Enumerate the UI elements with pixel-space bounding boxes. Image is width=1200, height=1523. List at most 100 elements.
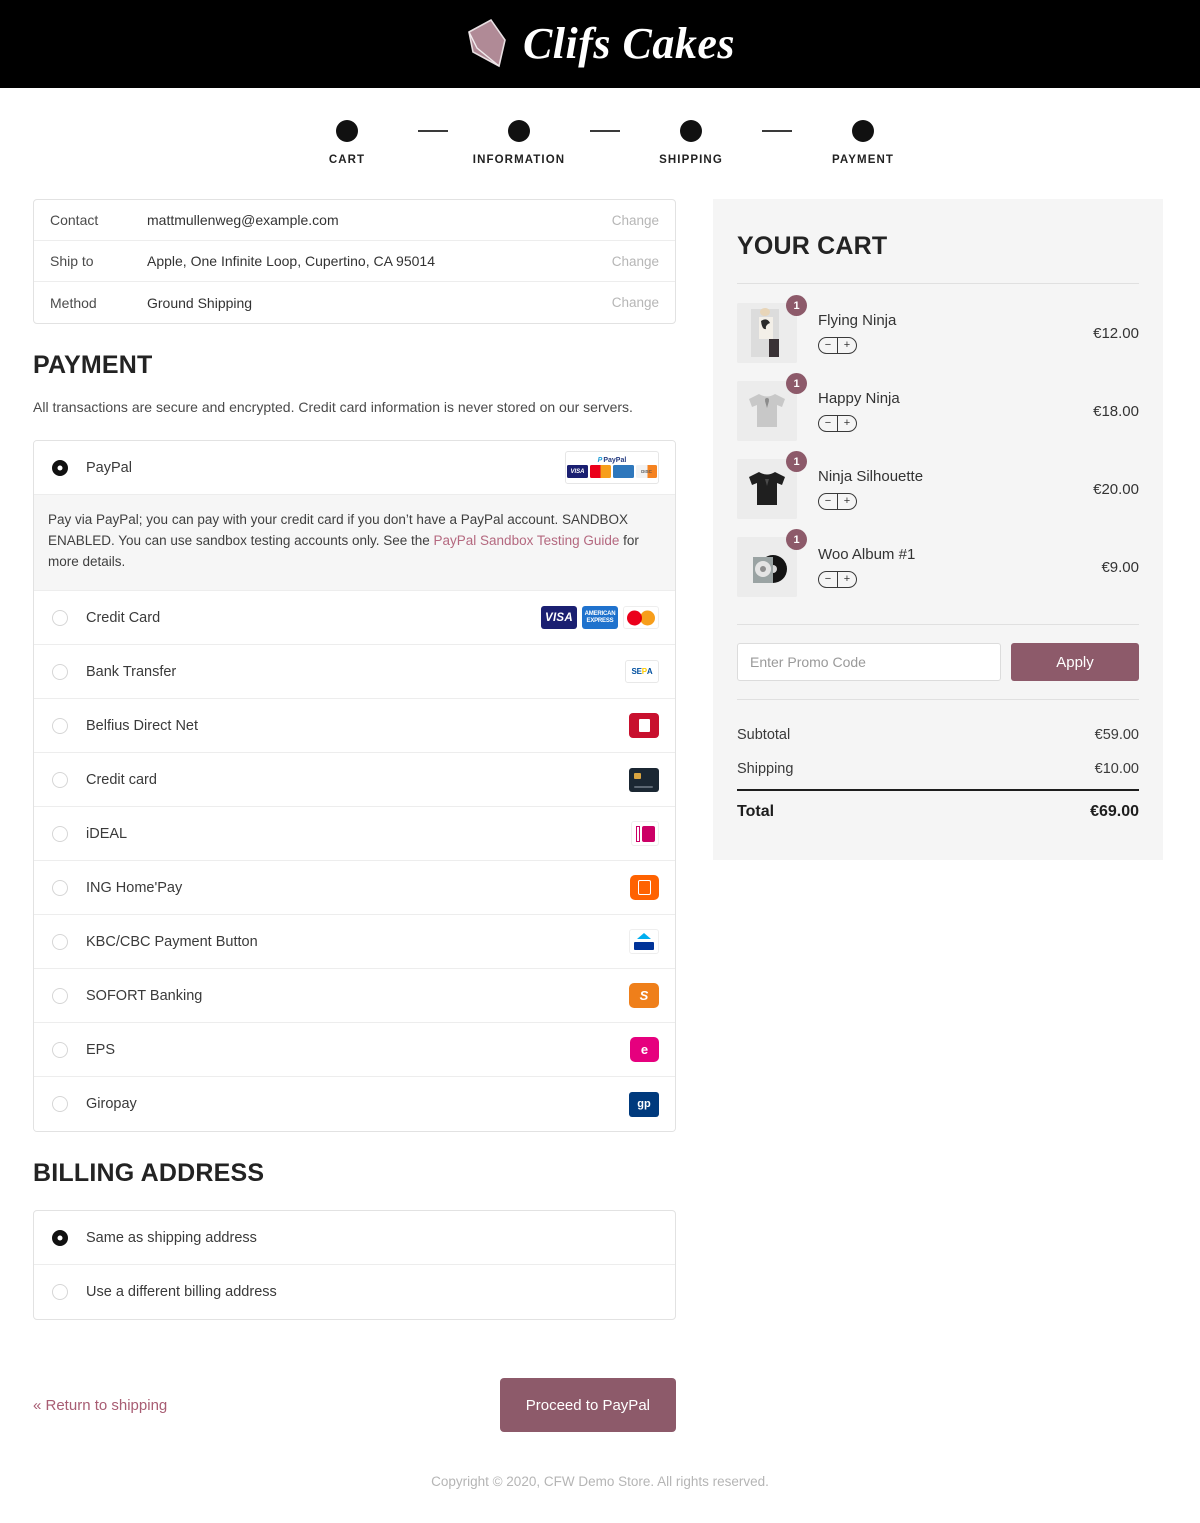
change-method-link[interactable]: Change: [612, 295, 659, 310]
change-contact-link[interactable]: Change: [612, 213, 659, 228]
step-cart[interactable]: CART: [276, 120, 418, 166]
summary-value-contact: mattmullenweg@example.com: [147, 212, 339, 228]
sofort-icon: S: [629, 983, 659, 1009]
payment-method-giropay[interactable]: Giropay gp: [34, 1077, 675, 1132]
radio-sofort[interactable]: [52, 987, 68, 1004]
payment-method-label-ing-homepay: ING Home'Pay: [86, 879, 183, 896]
decrease-quantity-button[interactable]: −: [819, 572, 837, 587]
billing-address-options: Same as shipping address Use a different…: [33, 1210, 676, 1321]
summary-value-ship-to: Apple, One Infinite Loop, Cupertino, CA …: [147, 253, 435, 269]
grand-total-value: €69.00: [1090, 803, 1139, 820]
brand-logo[interactable]: Clifs Cakes: [465, 18, 735, 70]
belfius-icon-wrap: [629, 713, 659, 739]
cart-item-price: €20.00: [1093, 480, 1139, 498]
cart-item-details: Ninja Silhouette − +: [797, 468, 1093, 510]
radio-bank-transfer[interactable]: [52, 663, 68, 680]
billing-option-different[interactable]: Use a different billing address: [34, 1265, 675, 1319]
radio-credit-card[interactable]: [52, 609, 68, 626]
step-information[interactable]: INFORMATION: [448, 120, 590, 166]
payment-method-label-eps: EPS: [86, 1041, 116, 1058]
quantity-stepper[interactable]: − +: [818, 493, 857, 510]
credit-card-icon-wrap: [629, 767, 659, 792]
quantity-stepper[interactable]: − +: [818, 571, 857, 588]
payment-method-label-kbc-cbc: KBC/CBC Payment Button: [86, 933, 258, 950]
brand-name: Clifs Cakes: [522, 19, 736, 68]
cart-item-thumb-wrap: 1: [737, 529, 807, 597]
payment-method-label-credit-card: Credit Card: [86, 609, 161, 626]
cart-item: 1 Woo Album #1 − + €9.00: [737, 528, 1139, 606]
promo-code-row: Apply: [737, 643, 1139, 681]
cart-totals: Subtotal €59.00 Shipping €10.00 Total €6…: [737, 718, 1139, 830]
decrease-quantity-button[interactable]: −: [819, 416, 837, 431]
payment-method-credit-card[interactable]: Credit Card VISA AMERICAN EXPRESS: [34, 591, 675, 646]
radio-ing-homepay[interactable]: [52, 879, 68, 896]
radio-kbc-cbc[interactable]: [52, 933, 68, 950]
step-payment[interactable]: PAYMENT: [792, 120, 934, 166]
increase-quantity-button[interactable]: +: [838, 494, 856, 509]
payment-method-belfius[interactable]: Belfius Direct Net: [34, 699, 675, 754]
payment-section-description: All transactions are secure and encrypte…: [33, 399, 633, 415]
increase-quantity-button[interactable]: +: [838, 338, 856, 353]
billing-option-label-different: Use a different billing address: [86, 1284, 277, 1301]
payment-method-label-sofort: SOFORT Banking: [86, 987, 203, 1004]
radio-ideal[interactable]: [52, 825, 68, 842]
paypal-cards-badge: P PayPal VISA DISC: [565, 451, 659, 485]
radio-belfius[interactable]: [52, 717, 68, 734]
mastercard-icon: [590, 465, 611, 479]
billing-section-title: BILLING ADDRESS: [33, 1159, 265, 1188]
payment-method-label-paypal: PayPal: [86, 459, 132, 476]
payment-method-sofort[interactable]: SOFORT Banking S: [34, 969, 675, 1024]
cart-item-name: Flying Ninja: [818, 312, 897, 329]
radio-billing-different[interactable]: [52, 1284, 68, 1301]
decrease-quantity-button[interactable]: −: [819, 338, 837, 353]
promo-code-input[interactable]: [737, 643, 1001, 681]
shipping-value: €10.00: [1094, 761, 1139, 777]
radio-giropay[interactable]: [52, 1096, 68, 1113]
change-ship-to-link[interactable]: Change: [612, 254, 659, 269]
summary-value-method: Ground Shipping: [147, 294, 253, 311]
payment-method-label-giropay: Giropay: [86, 1096, 137, 1113]
step-dot-information: [508, 120, 530, 142]
checkout-actions: « Return to shipping Proceed to PayPal: [33, 1378, 676, 1433]
increase-quantity-button[interactable]: +: [838, 572, 856, 587]
cart-item: 1 Flying Ninja − + €12.00: [737, 294, 1139, 372]
step-connector-2: [590, 130, 620, 132]
credit-card-brand-icons: VISA AMERICAN EXPRESS: [541, 606, 659, 630]
radio-credit-card-alt[interactable]: [52, 771, 68, 788]
quantity-stepper[interactable]: − +: [818, 415, 857, 432]
sofort-icon-wrap: S: [629, 983, 659, 1009]
visa-icon: VISA: [541, 606, 577, 630]
payment-method-paypal[interactable]: PayPal P PayPal VISA DISC: [34, 441, 675, 496]
paypal-sandbox-guide-link[interactable]: PayPal Sandbox Testing Guide: [434, 533, 620, 548]
decrease-quantity-button[interactable]: −: [819, 494, 837, 509]
order-summary-box: Contact mattmullenweg@example.com Change…: [33, 199, 676, 324]
quantity-stepper[interactable]: − +: [818, 337, 857, 354]
checkout-steps: CART INFORMATION SHIPPING PAYMENT: [10, 88, 1200, 166]
step-shipping[interactable]: SHIPPING: [620, 120, 762, 166]
summary-key-ship-to: Ship to: [50, 253, 94, 269]
summary-row-ship-to: Ship to Apple, One Infinite Loop, Cupert…: [34, 241, 675, 282]
return-to-shipping-link[interactable]: « Return to shipping: [33, 1397, 167, 1414]
giropay-icon-wrap: gp: [629, 1091, 659, 1117]
payment-method-bank-transfer[interactable]: Bank Transfer SE P A: [34, 645, 675, 700]
site-footer: Copyright © 2020, CFW Demo Store. All ri…: [0, 1432, 1200, 1513]
summary-row-contact: Contact mattmullenweg@example.com Change: [34, 200, 675, 241]
radio-billing-same[interactable]: [52, 1229, 68, 1246]
payment-method-kbc-cbc[interactable]: KBC/CBC Payment Button: [34, 915, 675, 970]
apply-promo-button[interactable]: Apply: [1011, 643, 1139, 681]
step-dot-shipping: [680, 120, 702, 142]
payment-method-ing-homepay[interactable]: ING Home'Pay: [34, 861, 675, 916]
cart-title: YOUR CART: [737, 232, 888, 260]
increase-quantity-button[interactable]: +: [838, 416, 856, 431]
payment-method-ideal[interactable]: iDEAL: [34, 807, 675, 862]
payment-method-eps[interactable]: EPS e: [34, 1023, 675, 1078]
payment-method-credit-card-alt[interactable]: Credit card: [34, 753, 675, 808]
shipping-row: Shipping €10.00: [737, 752, 1139, 786]
payment-section-title: PAYMENT: [33, 351, 153, 379]
radio-eps[interactable]: [52, 1041, 68, 1058]
proceed-to-paypal-button[interactable]: Proceed to PayPal: [499, 1378, 676, 1433]
radio-paypal[interactable]: [52, 459, 68, 476]
payment-methods-list: PayPal P PayPal VISA DISC Pay via PayPal;: [33, 440, 676, 1133]
billing-option-same[interactable]: Same as shipping address: [34, 1211, 675, 1266]
payment-method-label-belfius: Belfius Direct Net: [86, 717, 199, 734]
